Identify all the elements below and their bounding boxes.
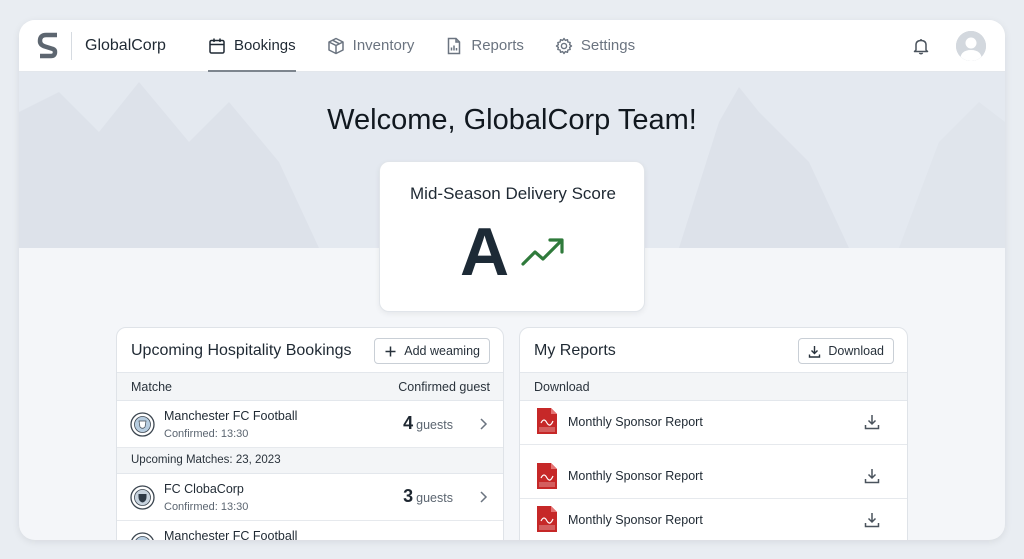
nav-inventory[interactable]: Inventory [327, 20, 415, 72]
plus-icon [385, 346, 396, 356]
club-crest-icon [131, 532, 154, 540]
booking-confirmed-time: Confirmed: 13:30 [164, 428, 249, 440]
score-grade: A [460, 214, 510, 290]
col-download: Download [534, 380, 590, 394]
nav-reports[interactable]: Reports [445, 20, 524, 72]
col-match: Matche [131, 380, 172, 394]
app-window: GlobalCorp Bookings Inventory Reports Se… [19, 20, 1005, 540]
upcoming-matches-label: Upcoming Matches: 23, 2023 [131, 454, 281, 466]
chevron-right-icon[interactable] [477, 417, 489, 431]
gear-icon [555, 37, 573, 54]
report-row[interactable]: Monthly Sponsor Report [520, 499, 907, 540]
report-row[interactable]: Monthly Sponsor Report [520, 401, 907, 445]
delivery-score-card: Mid-Season Delivery Score A [379, 161, 645, 312]
nav-settings[interactable]: Settings [555, 20, 635, 72]
nav-settings-label: Settings [580, 37, 636, 54]
report-name: Monthly Sponsor Report [568, 469, 703, 483]
guest-count-unit: guests [416, 418, 453, 432]
brand-name[interactable]: GlobalCorp [85, 37, 166, 55]
club-crest-icon [130, 412, 155, 437]
pdf-file-icon [537, 463, 557, 489]
user-avatar-icon [956, 31, 986, 61]
add-booking-button[interactable]: Add weaming [374, 338, 490, 364]
guest-count-value: 4 [403, 413, 414, 433]
chevron-right-icon[interactable] [477, 490, 489, 504]
download-icon [809, 345, 821, 358]
top-navigation-bar: GlobalCorp Bookings Inventory Reports Se… [19, 20, 1005, 72]
download-icon[interactable] [863, 413, 881, 431]
logo-divider [71, 31, 72, 60]
pdf-file-icon [537, 506, 557, 532]
nav-inventory-label: Inventory [352, 37, 415, 54]
bell-icon[interactable] [912, 37, 930, 55]
guest-count-value: 3 [403, 486, 414, 506]
reports-title: My Reports [534, 342, 616, 359]
booking-row[interactable]: Manchester FC Football Confirmed: 13:30 … [117, 401, 503, 448]
upcoming-matches-strip: Upcoming Matches: 23, 2023 [117, 448, 503, 474]
report-icon [448, 37, 461, 54]
nav-reports-label: Reports [471, 37, 524, 54]
avatar[interactable] [956, 31, 986, 61]
booking-confirmed-time: Confirmed: 13:30 [164, 501, 249, 513]
box-icon [327, 37, 344, 54]
reports-column-header: Download [520, 372, 907, 401]
welcome-heading: Welcome, GlobalCorp Team! [327, 104, 697, 136]
score-title: Mid-Season Delivery Score [410, 184, 616, 203]
nav-bookings[interactable]: Bookings [207, 20, 296, 72]
top-right-actions [912, 20, 986, 72]
main-nav: Bookings Inventory Reports Settings [207, 20, 666, 72]
report-row[interactable]: Monthly Sponsor Report [520, 445, 907, 499]
logo-icon [37, 32, 58, 58]
report-name: Monthly Sponsor Report [568, 513, 703, 527]
club-crest-icon [130, 485, 155, 510]
pdf-file-icon [537, 408, 557, 434]
nav-bookings-label: Bookings [233, 37, 296, 54]
bookings-column-header: Matche Confirmed guest [117, 372, 503, 401]
download-reports-button[interactable]: Download [798, 338, 894, 364]
booking-row[interactable]: Manchester FC Football [117, 521, 503, 540]
trend-up-icon [521, 238, 564, 266]
bookings-panel: Upcoming Hospitality Bookings Add weamin… [116, 327, 504, 540]
download-reports-label: Download [828, 344, 884, 358]
reports-panel: My Reports Download Download Monthly Spo… [519, 327, 908, 540]
col-confirmed-guests: Confirmed guest [398, 380, 490, 394]
guest-count-unit: guests [416, 491, 453, 505]
booking-match-name: Manchester FC Football [164, 529, 298, 540]
booking-match-name: FC ClobaCorp [164, 482, 244, 496]
booking-guest-count: 3 guests [403, 486, 453, 507]
download-icon[interactable] [863, 467, 881, 485]
add-booking-label: Add weaming [404, 344, 480, 358]
booking-match-name: Manchester FC Football [164, 409, 298, 423]
report-name: Monthly Sponsor Report [568, 415, 703, 429]
booking-row[interactable]: FC ClobaCorp Confirmed: 13:30 3 guests [117, 474, 503, 521]
booking-guest-count: 4 guests [403, 413, 453, 434]
download-icon[interactable] [863, 511, 881, 529]
bookings-title: Upcoming Hospitality Bookings [131, 342, 352, 359]
calendar-icon [209, 38, 225, 54]
